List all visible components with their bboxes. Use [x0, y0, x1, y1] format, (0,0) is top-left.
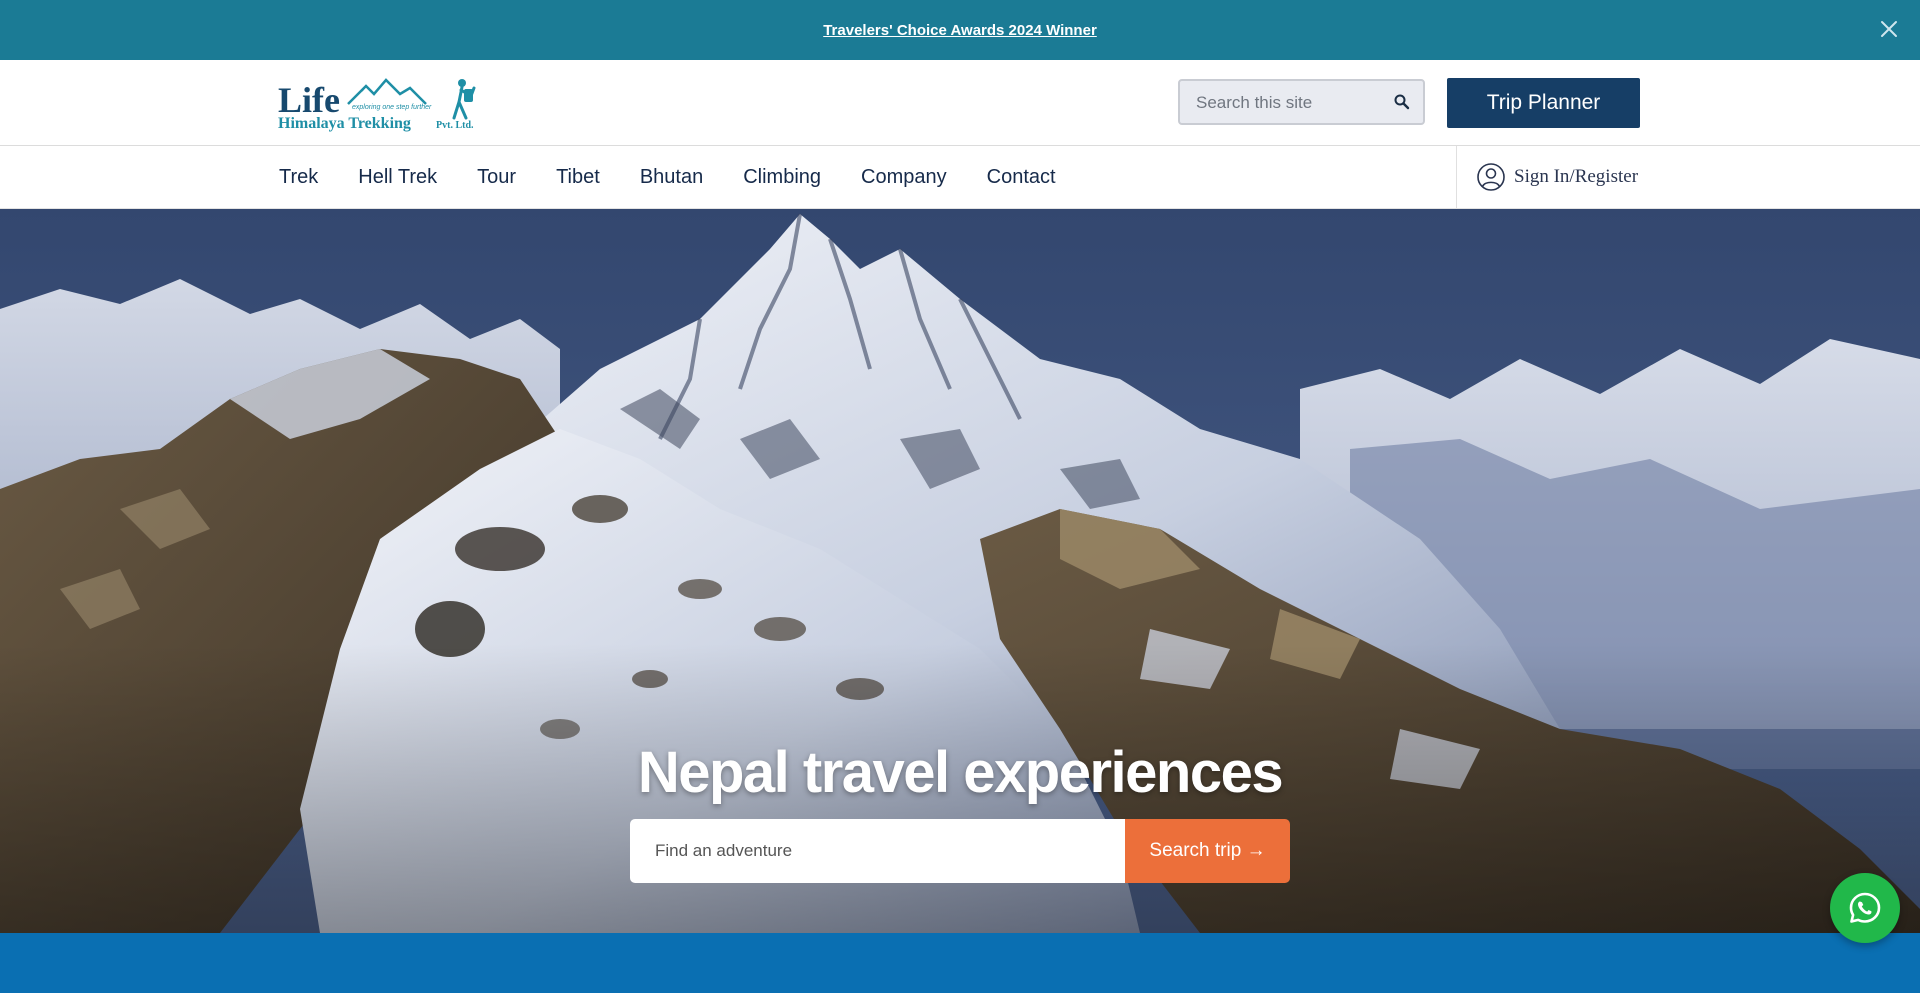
- whatsapp-icon: [1849, 892, 1881, 923]
- nav-item-company[interactable]: Company: [861, 166, 947, 189]
- site-search: [1178, 79, 1425, 125]
- close-icon[interactable]: [1878, 18, 1900, 40]
- user-icon: [1477, 163, 1505, 191]
- signin-label: Sign In/Register: [1514, 166, 1639, 187]
- hero-section: Nepal travel experiences Search trip →: [0, 209, 1920, 933]
- svg-text:Pvt. Ltd.: Pvt. Ltd.: [436, 120, 474, 131]
- nav-item-bhutan[interactable]: Bhutan: [640, 166, 703, 189]
- svg-text:Himalaya Trekking: Himalaya Trekking: [278, 115, 411, 132]
- company-logo[interactable]: Life exploring one step further Himalaya…: [278, 74, 480, 132]
- nav-item-climbing[interactable]: Climbing: [743, 166, 821, 189]
- nav-item-tibet[interactable]: Tibet: [556, 166, 600, 189]
- section-band: [0, 933, 1920, 993]
- search-trip-button[interactable]: Search trip →: [1125, 819, 1290, 883]
- trip-planner-button[interactable]: Trip Planner: [1447, 78, 1640, 128]
- adventure-search-input[interactable]: [630, 819, 1125, 883]
- site-header: Life exploring one step further Himalaya…: [0, 60, 1920, 146]
- site-search-input[interactable]: [1194, 81, 1388, 125]
- announcement-link[interactable]: Travelers' Choice Awards 2024 Winner: [823, 22, 1097, 39]
- nav-item-contact[interactable]: Contact: [987, 166, 1056, 189]
- signin-link[interactable]: Sign In/Register: [1476, 162, 1638, 192]
- svg-text:Life: Life: [278, 80, 340, 120]
- announcement-bar: Travelers' Choice Awards 2024 Winner: [0, 0, 1920, 60]
- whatsapp-button[interactable]: [1830, 873, 1900, 943]
- nav-item-hell-trek[interactable]: Hell Trek: [358, 166, 437, 189]
- svg-text:exploring one step further: exploring one step further: [352, 104, 432, 111]
- nav-item-trek[interactable]: Trek: [279, 166, 318, 189]
- nav-item-tour[interactable]: Tour: [477, 166, 516, 189]
- hero-search-form: Search trip →: [630, 819, 1290, 883]
- search-icon[interactable]: [1393, 93, 1411, 111]
- nav-divider: [1456, 146, 1457, 208]
- hero-title: Nepal travel experiences: [637, 740, 1284, 805]
- main-nav: Trek Hell Trek Tour Tibet Bhutan Climbin…: [0, 146, 1920, 209]
